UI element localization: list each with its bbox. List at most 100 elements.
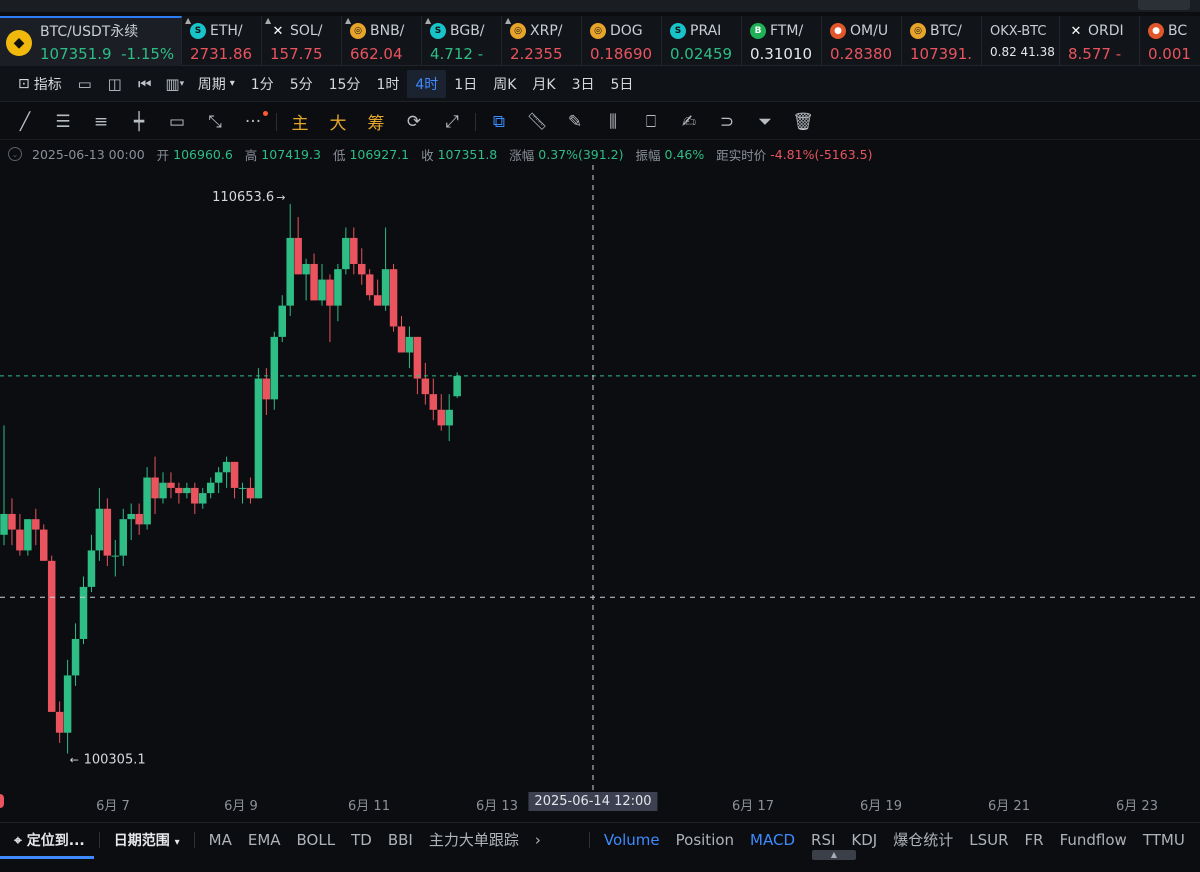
- ticker-price: 107351.9: [40, 45, 112, 63]
- ticker-tab-btc[interactable]: ◎ BTC/107391.: [902, 16, 982, 66]
- panel-resize-handle[interactable]: ▲: [812, 850, 856, 860]
- trash-icon[interactable]: 🗑︎: [784, 107, 822, 137]
- ticker-symbol: ORDI: [1088, 23, 1124, 39]
- ticker-tab-eth[interactable]: ▲ S ETH/2731.86: [182, 16, 262, 66]
- magnet-icon[interactable]: ⊃: [708, 107, 746, 137]
- candle-down: [175, 487, 183, 494]
- candle-up: [286, 237, 294, 306]
- parallel-channel-icon[interactable]: ☰: [44, 107, 82, 137]
- candles-icon[interactable]: ⫼: [594, 107, 632, 137]
- date-range-dropdown[interactable]: 日期范围 ▾: [106, 830, 188, 850]
- ticker-tab-btc-usdt-perp[interactable]: ◆ BTC/USDT永续 107351.9 -1.15%: [0, 16, 182, 66]
- indicator-ma[interactable]: MA: [201, 831, 240, 849]
- period-3d[interactable]: 3日: [564, 70, 603, 98]
- note-icon[interactable]: ✍: [670, 107, 708, 137]
- indicator-boll[interactable]: BOLL: [289, 831, 344, 849]
- indicator-td[interactable]: TD: [343, 831, 380, 849]
- amplitude-value: 0.46%: [664, 146, 705, 162]
- close-label: 收: [421, 147, 434, 163]
- indicator-position[interactable]: Position: [668, 831, 742, 849]
- period-5m[interactable]: 5分: [282, 70, 321, 98]
- period-1h[interactable]: 1时: [368, 70, 407, 98]
- candle-up: [445, 409, 453, 426]
- indicator-macd[interactable]: MACD: [742, 831, 803, 849]
- split-view-icon[interactable]: ◫: [100, 70, 130, 98]
- horizontal-lines-icon[interactable]: ≡: [82, 107, 120, 137]
- top-strip-button[interactable]: [1138, 0, 1190, 10]
- ticker-tabs: ◆ BTC/USDT永续 107351.9 -1.15% ▲ S ETH/2731.…: [0, 16, 1200, 66]
- time-tick: 6月 7: [96, 799, 130, 814]
- chart-type-icon[interactable]: ▥ ▾: [160, 70, 190, 98]
- indicator-rsi[interactable]: RSI: [803, 831, 843, 849]
- ticker-tab-ftm[interactable]: B FTM/0.31010: [742, 16, 822, 66]
- indicator-big-order-tracking[interactable]: 主力大单跟踪: [421, 829, 527, 850]
- period-4h[interactable]: 4时: [407, 69, 447, 98]
- indicator-lsur[interactable]: LSUR: [961, 831, 1016, 849]
- locate-button[interactable]: ⌖ 定位到...: [0, 830, 93, 850]
- more-tools-icon[interactable]: ···: [234, 107, 272, 137]
- ruler-icon[interactable]: 📏︎: [518, 107, 556, 137]
- gold-coin-icon: ◎: [510, 23, 526, 39]
- ticker-symbol: XRP/: [530, 23, 563, 39]
- ticker-tab-okx-btc[interactable]: OKX-BTC 0.82 41.38: [982, 16, 1060, 66]
- filter-icon[interactable]: ⏷: [746, 107, 784, 137]
- big-order-button[interactable]: 大: [319, 107, 357, 137]
- chip-distribution-button[interactable]: 筹: [357, 107, 395, 137]
- ticker-price: 0.31010: [750, 45, 813, 63]
- ticker-tab-xrp[interactable]: ▲ ◎ XRP/2.2355: [502, 16, 582, 66]
- ticker-tab-doge[interactable]: ◎ DOG 0.18690: [582, 16, 662, 66]
- fib-tool-icon[interactable]: ⤡: [196, 107, 234, 137]
- ticker-symbol: PRAI: [690, 23, 722, 39]
- period-1d[interactable]: 1日: [446, 70, 485, 98]
- rewind-icon[interactable]: ⏮: [130, 70, 160, 98]
- period-1w[interactable]: 周K: [485, 70, 524, 98]
- period-1mo[interactable]: 月K: [524, 70, 563, 98]
- measure-icon[interactable]: ⤢: [433, 107, 471, 137]
- indicator-kdj[interactable]: KDJ: [843, 831, 885, 849]
- main-force-button[interactable]: 主: [281, 107, 319, 137]
- candle-up: [405, 336, 414, 353]
- candle-up: [334, 269, 342, 306]
- period-dropdown[interactable]: 周期 ▾: [190, 70, 243, 98]
- copy-drawing-icon[interactable]: ⧉: [480, 107, 518, 137]
- lock-icon[interactable]: ⎕: [632, 107, 670, 137]
- chevron-right-icon[interactable]: ›: [527, 831, 549, 849]
- ticker-tab-prai[interactable]: S PRAI 0.02459: [662, 16, 742, 66]
- candlestick-chart[interactable]: 110653.6 → ← 100305.1: [0, 165, 1200, 790]
- candle-down: [230, 461, 239, 488]
- indicator-volume[interactable]: Volume: [596, 831, 668, 849]
- ticker-tab-bnb[interactable]: ▲ ◎ BNB/662.04: [342, 16, 422, 66]
- collapse-icon[interactable]: ⌄: [8, 147, 22, 161]
- indicator-fr[interactable]: FR: [1017, 831, 1052, 849]
- indicator-bbi[interactable]: BBI: [380, 831, 421, 849]
- pin-icon: ▲: [425, 16, 432, 25]
- rectangle-icon[interactable]: ▭: [158, 107, 196, 137]
- candle-down: [365, 274, 374, 296]
- period-15m[interactable]: 15分: [321, 70, 369, 98]
- ticker-tab-bc[interactable]: ● BC 0.001: [1140, 16, 1200, 66]
- candle-up: [0, 513, 8, 535]
- candle-down: [262, 378, 271, 400]
- ticker-price: 0.001: [1148, 45, 1191, 63]
- period-5d[interactable]: 5日: [603, 70, 642, 98]
- period-1m[interactable]: 1分: [243, 70, 282, 98]
- pin-icon: ▲: [185, 16, 192, 25]
- ticker-tab-sol[interactable]: ▲ ✕ SOL/157.75: [262, 16, 342, 66]
- indicator-fundflow[interactable]: Fundflow: [1052, 831, 1135, 849]
- ticker-tab-ordi[interactable]: ✕ ORDI 8.577 -: [1060, 16, 1140, 66]
- ticker-tab-om[interactable]: ● OM/U 0.28380: [822, 16, 902, 66]
- b-coin-icon: B: [750, 23, 766, 39]
- sync-icon[interactable]: ⟳: [395, 107, 433, 137]
- indicators-button[interactable]: ⊡ 指标: [10, 70, 70, 98]
- distance-value: -4.81%(-5163.5): [770, 146, 873, 162]
- trend-line-icon[interactable]: ╱: [6, 107, 44, 137]
- layout-icon[interactable]: ▭: [70, 70, 100, 98]
- indicator-ttmu[interactable]: TTMU: [1135, 831, 1193, 849]
- horizontal-ray-icon[interactable]: ┿: [120, 107, 158, 137]
- indicator-ema[interactable]: EMA: [240, 831, 289, 849]
- ticker-price: 157.75: [270, 45, 323, 63]
- indicator-liquidation-stats[interactable]: 爆仓统计: [885, 829, 961, 850]
- brush-icon[interactable]: ✎: [556, 107, 594, 137]
- amplitude-label: 振幅: [635, 147, 661, 163]
- ticker-tab-bgb[interactable]: ▲ S BGB/4.712 -: [422, 16, 502, 66]
